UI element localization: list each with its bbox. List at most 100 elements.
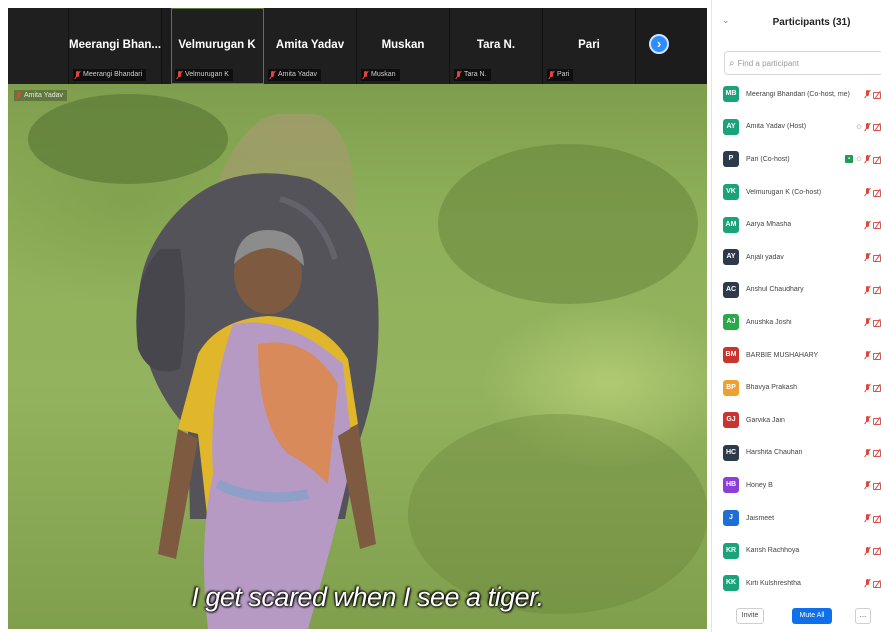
mic-muted-icon[interactable] — [865, 318, 870, 326]
chevron-down-icon[interactable]: ⌄ — [722, 15, 730, 26]
mic-muted-icon[interactable] — [865, 253, 870, 261]
zoom-meeting-window: Meerangi Bhan... Meerangi Bhandari Velmu… — [0, 0, 881, 632]
participant-row[interactable]: VK Velmurugan K (Co-host) — [712, 176, 881, 209]
mic-muted-icon[interactable] — [865, 351, 870, 359]
participant-status-icons — [865, 188, 881, 197]
avatar: GJ — [723, 412, 739, 429]
video-tile-pari[interactable]: Pari Pari — [543, 8, 636, 84]
participant-name: Garvika Jain — [746, 416, 785, 424]
video-off-icon[interactable] — [873, 417, 881, 425]
participants-panel: ⌄ Participants (31) ⌕ MB Meerangi Bhandar… — [711, 0, 881, 632]
mic-muted-icon — [363, 71, 368, 79]
mic-muted-icon — [270, 71, 275, 79]
participant-search[interactable]: ⌕ — [724, 51, 881, 75]
participant-row[interactable]: HB Honey B — [712, 469, 881, 502]
shared-video-view: Amita Yadav I get scared when I see a ti… — [8, 84, 707, 629]
participant-status-icons — [865, 351, 881, 360]
mic-muted-icon[interactable] — [865, 383, 870, 392]
avatar: AM — [723, 216, 739, 233]
participant-row[interactable]: KK Kirti Kulshreshtha — [712, 567, 881, 600]
chevron-right-icon: › — [656, 36, 662, 51]
participant-name: Meerangi Bhandari (Co-host, me) — [746, 90, 850, 98]
participant-row[interactable]: AC Anshul Chaudhary — [712, 274, 881, 307]
avatar: AY — [723, 249, 739, 266]
video-caption: I get scared when I see a tiger. — [191, 582, 544, 612]
avatar: AJ — [723, 314, 739, 331]
mic-muted-icon[interactable] — [865, 285, 870, 294]
participant-status-icons — [865, 579, 881, 588]
participant-row[interactable]: BP Bhavya Prakash — [712, 371, 881, 404]
video-off-icon[interactable] — [873, 156, 881, 164]
mic-muted-icon[interactable] — [865, 188, 870, 196]
avatar: AC — [723, 281, 739, 298]
participant-row[interactable]: J Jaismeet — [712, 502, 881, 535]
mic-muted-icon[interactable] — [865, 416, 870, 424]
participant-name: Velmurugan K (Co-host) — [746, 188, 822, 196]
mic-muted-icon[interactable] — [865, 122, 870, 131]
avatar: BP — [723, 379, 739, 396]
next-page-button[interactable]: › — [649, 34, 669, 54]
participant-name: Karish Rachhoya — [746, 547, 800, 555]
avatar: MB — [723, 86, 739, 103]
mic-muted-icon[interactable] — [865, 448, 870, 457]
mic-muted-icon[interactable] — [865, 481, 870, 489]
panel-footer: Invite Mute All ... — [712, 602, 881, 632]
video-off-icon[interactable] — [873, 384, 881, 393]
participant-row[interactable]: KR Karish Rachhoya — [712, 534, 881, 567]
tile-name: Tara N. — [476, 39, 516, 51]
tile-label: Pari — [547, 69, 574, 81]
participant-row[interactable]: AY Amita Yadav (Host) ⊙ — [712, 111, 881, 144]
mic-muted-icon[interactable] — [865, 579, 870, 587]
video-off-icon[interactable] — [873, 221, 881, 230]
invite-button[interactable]: Invite — [736, 608, 764, 624]
participant-status-icons — [865, 448, 881, 458]
mic-muted-icon[interactable] — [865, 155, 870, 163]
participant-name: Anushka Joshi — [746, 318, 792, 326]
bush — [438, 144, 698, 304]
participant-row[interactable]: AJ Anushka Joshi — [712, 306, 881, 339]
video-off-icon[interactable] — [873, 123, 881, 132]
avatar: J — [723, 510, 739, 527]
mic-muted-icon[interactable] — [865, 90, 870, 98]
video-off-icon[interactable] — [873, 254, 881, 262]
participant-status-icons — [865, 90, 881, 99]
participant-row[interactable]: BM BARBIE MUSHAHARY — [712, 339, 881, 372]
participant-row[interactable]: AM Aarya Mhasha — [712, 208, 881, 241]
participant-row[interactable]: MB Meerangi Bhandari (Co-host, me) — [712, 78, 881, 111]
video-off-icon[interactable] — [873, 515, 881, 523]
avatar: KK — [723, 575, 739, 592]
video-off-icon[interactable] — [873, 319, 881, 327]
participant-status-icons — [865, 318, 881, 327]
video-off-icon[interactable] — [873, 352, 881, 360]
video-off-icon[interactable] — [873, 286, 881, 295]
video-off-icon[interactable] — [873, 580, 881, 588]
participant-row[interactable]: AY Anjali yadav — [712, 241, 881, 274]
panel-title: Participants (31) — [772, 17, 851, 28]
video-tile-velmurugan[interactable]: Velmurugan K Velmurugan K — [171, 8, 264, 84]
tile-label: Muskan — [361, 69, 400, 81]
mic-muted-icon[interactable] — [865, 546, 870, 555]
mic-muted-icon[interactable] — [865, 514, 870, 522]
video-off-icon[interactable] — [873, 91, 881, 99]
participant-row[interactable]: HC Harshita Chauhan — [712, 437, 881, 470]
video-off-icon[interactable] — [873, 189, 881, 197]
video-tile-amita[interactable]: Amita Yadav Amita Yadav — [264, 8, 357, 84]
video-off-icon[interactable] — [873, 482, 881, 490]
participant-name: Amita Yadav (Host) — [746, 123, 807, 131]
video-off-icon[interactable] — [873, 449, 881, 458]
mic-muted-icon[interactable] — [865, 220, 870, 229]
video-tile-meerangi[interactable]: Meerangi Bhan... Meerangi Bhandari — [69, 8, 162, 84]
more-options-button[interactable]: ... — [855, 608, 871, 624]
participant-row[interactable]: GJ Garvika Jain — [712, 404, 881, 437]
mute-all-button[interactable]: Mute All — [792, 608, 832, 624]
participant-name: Honey B — [746, 481, 773, 489]
video-tile-0[interactable] — [8, 8, 69, 84]
video-off-icon[interactable] — [873, 547, 881, 556]
video-tile-tara[interactable]: Tara N. Tara N. — [450, 8, 543, 84]
video-tile-muskan[interactable]: Muskan Muskan — [357, 8, 450, 84]
avatar: KR — [723, 542, 739, 559]
participant-status-icons — [865, 220, 881, 230]
participant-row[interactable]: P Pari (Co-host) ▪ ⊙ — [712, 143, 881, 176]
search-icon: ⌕ — [729, 57, 735, 69]
search-input[interactable] — [737, 58, 868, 68]
